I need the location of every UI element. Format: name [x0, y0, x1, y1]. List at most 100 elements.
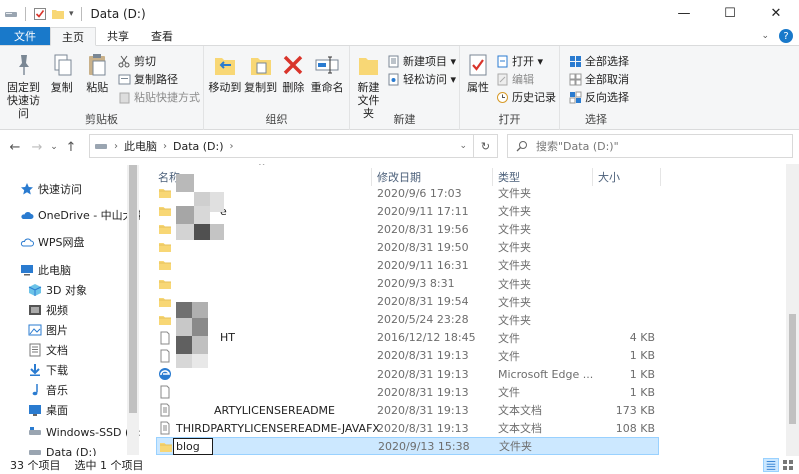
file-type: 文件夹	[498, 295, 531, 309]
open-group: 属性 打开 ▾ 编辑 历史记录 打开	[460, 46, 560, 130]
nav-item-wps[interactable]: WPS网盘	[20, 232, 85, 252]
file-date: 2020/9/11 16:31	[377, 258, 469, 272]
file-icon	[160, 331, 170, 345]
delete-label: 删除	[282, 81, 305, 94]
up-arrow-icon[interactable]: ↑	[60, 140, 82, 155]
tab-share[interactable]: 共享	[96, 27, 140, 45]
breadcrumb-this-pc[interactable]: 此电脑	[124, 138, 157, 154]
properties-check-icon[interactable]	[33, 7, 47, 21]
nav-item-downloads[interactable]: 下载	[28, 360, 68, 380]
quick-access-dropdown-icon[interactable]: ▾	[69, 9, 74, 19]
nav-item-documents[interactable]: 文档	[28, 340, 68, 360]
paste-shortcut-button[interactable]: 粘贴快捷方式	[118, 89, 200, 105]
pixelated-mosaic	[192, 354, 208, 368]
rename-input[interactable]: blog	[173, 438, 213, 456]
forward-arrow-icon[interactable]: →	[26, 140, 48, 155]
nav-item-label: OneDrive - 中山大学	[38, 209, 140, 222]
table-row[interactable]: 2020/8/31 19:50 文件夹	[156, 238, 659, 256]
nav-item-pictures[interactable]: 图片	[28, 320, 68, 340]
star-icon	[21, 183, 33, 195]
file-icon	[160, 349, 170, 363]
nav-item-windows-ssd[interactable]: Windows-SSD (C:)	[28, 422, 140, 442]
nav-item-data-drive[interactable]: Data (D:)	[28, 442, 97, 456]
address-dropdown-icon[interactable]: ⌄	[459, 141, 467, 151]
large-icons-view-icon[interactable]	[781, 458, 795, 472]
new-folder-icon[interactable]	[51, 7, 65, 21]
file-list-scrollbar-thumb[interactable]	[789, 314, 796, 424]
column-header-size[interactable]: 大小	[598, 169, 620, 185]
new-item-button[interactable]: 新建项目 ▾	[387, 53, 456, 69]
nav-item-onedrive[interactable]: OneDrive - 中山大学	[20, 205, 140, 225]
nav-item-music[interactable]: 音乐	[28, 380, 68, 400]
select-all-button[interactable]: 全部选择	[569, 53, 629, 69]
minimize-button[interactable]: —	[661, 0, 707, 27]
maximize-button[interactable]: ☐	[707, 0, 753, 27]
computer-icon	[21, 265, 33, 276]
refresh-button[interactable]: ↻	[474, 134, 498, 158]
nav-item-this-pc[interactable]: 此电脑	[20, 260, 71, 280]
recent-locations-chevron-icon[interactable]: ⌄	[48, 142, 60, 152]
cut-button[interactable]: 剪切	[118, 53, 200, 69]
file-list-scrollbar[interactable]	[786, 164, 799, 456]
file-name: HT	[220, 331, 235, 345]
breadcrumb-drive[interactable]: Data (D:)	[173, 140, 224, 153]
table-row[interactable]: e2020/9/11 17:11文件夹	[156, 202, 659, 220]
nav-item-desktop[interactable]: 桌面	[28, 400, 68, 420]
table-row[interactable]: 2020/8/31 19:13 文件 1 KB	[156, 347, 659, 365]
nav-item-label: Data (D:)	[46, 445, 97, 457]
table-row[interactable]: 2020/5/24 23:28 文件夹	[156, 311, 659, 329]
nav-item-3d-objects[interactable]: 3D 对象	[28, 280, 87, 300]
table-row[interactable]: ARTYLICENSEREADME 2020/8/31 19:13 文本文档 173 …	[156, 401, 659, 419]
file-size: 173 KB	[615, 403, 655, 417]
search-input[interactable]: 搜索"Data (D:)"	[507, 134, 793, 158]
back-arrow-icon[interactable]: ←	[4, 140, 26, 155]
column-header-date[interactable]: 修改日期	[377, 169, 421, 185]
folder-icon	[159, 279, 171, 289]
address-bar[interactable]: › 此电脑 › Data (D:) › ⌄	[89, 134, 474, 158]
organize-group: 移动到 复制到 删除 重命名 组织	[204, 46, 350, 130]
tab-file[interactable]: 文件	[0, 27, 50, 45]
select-all-label: 全部选择	[585, 55, 629, 68]
select-none-button[interactable]: 全部取消	[569, 71, 629, 87]
search-placeholder: 搜索"Data (D:)"	[536, 140, 619, 153]
table-row[interactable]: 2020/8/31 19:54 文件夹	[156, 293, 659, 311]
help-icon[interactable]: ?	[779, 29, 793, 43]
copy-to-icon	[250, 58, 271, 75]
table-row[interactable]: 2020/8/31 19:56 文件夹	[156, 220, 659, 238]
copy-path-button[interactable]: 复制路径	[118, 71, 200, 87]
nav-scrollbar[interactable]	[127, 165, 139, 455]
sort-arrow-icon[interactable]: ^	[258, 164, 266, 172]
open-icon	[497, 55, 508, 67]
edit-button[interactable]: 编辑	[496, 71, 556, 87]
table-row[interactable]: 2020/9/6 17:03 文件夹	[156, 184, 659, 202]
nav-item-videos[interactable]: 视频	[28, 300, 68, 320]
copy-path-label: 复制路径	[134, 73, 178, 86]
pixelated-mosaic	[176, 302, 192, 318]
table-row[interactable]: 2020/8/31 19:13 Microsoft Edge ... 1 KB	[156, 365, 659, 383]
nav-scrollbar-thumb[interactable]	[129, 165, 137, 413]
easy-access-button[interactable]: 轻松访问 ▾	[387, 71, 456, 87]
tab-view[interactable]: 查看	[140, 27, 184, 45]
invert-selection-button[interactable]: 反向选择	[569, 89, 629, 105]
pixelated-mosaic	[210, 224, 224, 240]
file-type: 文件夹	[498, 313, 531, 327]
select-none-icon	[569, 73, 582, 85]
table-row-selected[interactable]: blog 2020/9/13 15:38 文件夹	[156, 437, 659, 456]
close-button[interactable]: ✕	[753, 0, 799, 27]
table-row[interactable]: THIRDPARTYLICENSEREADME-JAVAFX 2020/8/31 …	[156, 419, 659, 437]
table-row[interactable]: 2020/9/3 8:31 文件夹	[156, 275, 659, 293]
table-row[interactable]: 2020/8/31 19:13 文件 1 KB	[156, 383, 659, 401]
nav-item-label: WPS网盘	[38, 236, 85, 249]
collapse-ribbon-icon[interactable]: ⌄	[761, 31, 769, 41]
details-view-icon[interactable]	[763, 458, 779, 472]
tab-home[interactable]: 主页	[50, 27, 96, 46]
folder-icon	[159, 207, 171, 217]
column-header-type[interactable]: 类型	[498, 169, 520, 185]
drive-icon	[29, 427, 41, 435]
table-row[interactable]: HT 2016/12/12 18:45 文件 4 KB	[156, 329, 659, 347]
open-button[interactable]: 打开 ▾	[496, 53, 556, 69]
history-button[interactable]: 历史记录	[496, 89, 556, 105]
file-date: 2020/8/31 19:13	[377, 367, 469, 381]
nav-item-quick-access[interactable]: 快速访问	[20, 179, 82, 199]
table-row[interactable]: 2020/9/11 16:31 文件夹	[156, 256, 659, 274]
